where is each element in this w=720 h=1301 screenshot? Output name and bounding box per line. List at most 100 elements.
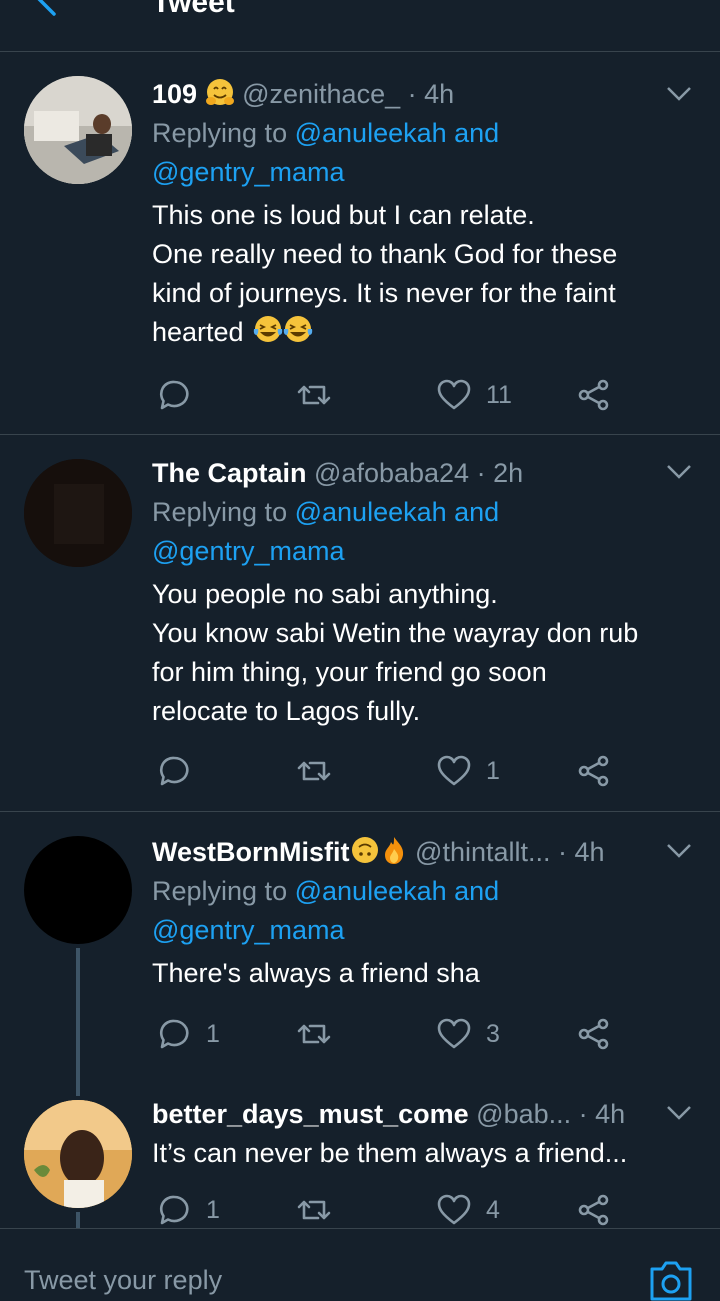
share-button[interactable] bbox=[576, 751, 612, 791]
tweet[interactable]: The Captain @afobaba24 · 2h Replying to … bbox=[0, 435, 720, 812]
share-icon bbox=[578, 379, 609, 411]
tweet[interactable]: better_days_must_come @bab... · 4h It’s … bbox=[0, 1086, 720, 1228]
tweet-meta: The Captain @afobaba24 · 2h bbox=[152, 453, 696, 493]
avatar[interactable] bbox=[24, 76, 132, 184]
retweet-button[interactable] bbox=[296, 1014, 346, 1054]
avatar[interactable] bbox=[24, 459, 132, 567]
reply-icon bbox=[159, 1195, 189, 1225]
chevron-down-icon[interactable] bbox=[666, 837, 692, 863]
avatar[interactable] bbox=[24, 1100, 132, 1208]
hugging-face-icon bbox=[205, 79, 234, 105]
display-name[interactable]: better_days_must_come bbox=[152, 1099, 469, 1129]
text-line: There's always a friend sha bbox=[152, 958, 480, 988]
replying-prefix: Replying to bbox=[152, 497, 288, 527]
share-button[interactable] bbox=[576, 375, 612, 415]
top-bar: Tweet bbox=[0, 0, 720, 52]
avatar-photo bbox=[24, 1100, 132, 1208]
tweet-meta: WestBornMisfit @thintallt... · 4h bbox=[152, 832, 696, 872]
display-name[interactable]: The Captain bbox=[152, 458, 307, 488]
tweet-text: This one is loud but I can relate. One r… bbox=[152, 196, 696, 352]
tweet-text: You people no sabi anything. You know sa… bbox=[152, 575, 696, 731]
reply-button[interactable] bbox=[156, 751, 206, 791]
text-line: for him thing, your friend go soon bbox=[152, 657, 547, 687]
camera-icon[interactable] bbox=[648, 1255, 694, 1301]
reply-button[interactable] bbox=[156, 375, 206, 415]
tweet[interactable]: WestBornMisfit @thintallt... · 4h Replyi… bbox=[0, 812, 720, 1086]
text-line: One really need to thank God for these bbox=[152, 239, 618, 269]
reply-button[interactable]: 1 bbox=[156, 1190, 220, 1230]
mention-link[interactable]: @gentry_mama bbox=[152, 536, 344, 566]
tweet[interactable]: 109 @zenithace_ · 4h Replying to @anulee… bbox=[0, 53, 720, 435]
reply-composer[interactable]: Tweet your reply bbox=[0, 1228, 720, 1301]
share-icon bbox=[578, 755, 609, 787]
share-icon bbox=[578, 1194, 609, 1226]
like-icon bbox=[437, 379, 471, 410]
tweet-text: There's always a friend sha bbox=[152, 954, 696, 993]
reply-icon bbox=[159, 1019, 189, 1049]
timestamp: · 4h bbox=[407, 79, 455, 109]
replying-to: Replying to @anuleekah and @gentry_mama bbox=[152, 872, 696, 950]
mention-link[interactable]: @gentry_mama bbox=[152, 157, 344, 187]
display-name[interactable]: 109 bbox=[152, 79, 197, 109]
retweet-button[interactable] bbox=[296, 1190, 346, 1230]
avatar-photo bbox=[24, 76, 132, 184]
text-line-content: hearted bbox=[152, 317, 244, 347]
like-icon bbox=[437, 1018, 471, 1049]
text-line: You know sabi Wetin the wayray don rub bbox=[152, 618, 639, 648]
retweet-icon bbox=[297, 1200, 331, 1220]
retweet-icon bbox=[297, 1024, 331, 1044]
display-name[interactable]: WestBornMisfit bbox=[152, 837, 350, 867]
replying-to: Replying to @anuleekah and @gentry_mama bbox=[152, 114, 696, 192]
reply-icon bbox=[159, 380, 189, 410]
retweet-button[interactable] bbox=[296, 751, 346, 791]
like-button[interactable]: 4 bbox=[436, 1190, 500, 1230]
chevron-down-icon[interactable] bbox=[666, 1099, 692, 1125]
tweet-meta: better_days_must_come @bab... · 4h bbox=[152, 1094, 696, 1134]
text-line: This one is loud but I can relate. bbox=[152, 200, 535, 230]
tweet-actions: 1 4 bbox=[152, 1190, 696, 1230]
reply-count: 1 bbox=[206, 1019, 220, 1048]
like-count: 11 bbox=[486, 380, 512, 409]
back-arrow-icon[interactable] bbox=[30, 0, 66, 18]
tears-of-joy-icon bbox=[253, 316, 313, 342]
mention-link[interactable]: @gentry_mama bbox=[152, 915, 344, 945]
text-line: kind of journeys. It is never for the fa… bbox=[152, 278, 616, 308]
handle[interactable]: @bab... bbox=[476, 1099, 571, 1129]
text-line: hearted bbox=[152, 313, 696, 352]
avatar[interactable] bbox=[24, 836, 132, 944]
chevron-down-icon[interactable] bbox=[666, 458, 692, 484]
like-icon bbox=[437, 755, 471, 786]
like-button[interactable]: 1 bbox=[436, 751, 500, 791]
handle[interactable]: @thintallt... bbox=[415, 837, 550, 867]
mention-link[interactable]: @anuleekah and bbox=[295, 497, 500, 527]
fire-icon bbox=[384, 837, 403, 864]
share-button[interactable] bbox=[576, 1190, 612, 1230]
share-icon bbox=[578, 1018, 609, 1050]
tweet-text: It’s can never be them always a friend..… bbox=[152, 1134, 696, 1173]
tweet-actions: 1 3 bbox=[152, 1014, 696, 1054]
replying-to: Replying to @anuleekah and @gentry_mama bbox=[152, 493, 696, 571]
timestamp: · 4h bbox=[558, 837, 605, 867]
like-button[interactable]: 3 bbox=[436, 1014, 500, 1054]
timestamp: · 2h bbox=[476, 458, 524, 488]
chevron-down-icon[interactable] bbox=[666, 80, 692, 106]
retweet-icon bbox=[297, 385, 331, 405]
like-icon bbox=[437, 1194, 471, 1225]
text-line: You people no sabi anything. bbox=[152, 579, 498, 609]
reply-input[interactable]: Tweet your reply bbox=[24, 1265, 222, 1296]
share-button[interactable] bbox=[576, 1014, 612, 1054]
handle[interactable]: @zenithace_ bbox=[242, 79, 400, 109]
retweet-button[interactable] bbox=[296, 375, 346, 415]
handle[interactable]: @afobaba24 bbox=[314, 458, 469, 488]
like-button[interactable]: 11 bbox=[436, 375, 512, 415]
tweet-meta: 109 @zenithace_ · 4h bbox=[152, 74, 696, 114]
text-line: relocate to Lagos fully. bbox=[152, 696, 421, 726]
text-line: It’s can never be them always a friend..… bbox=[152, 1138, 628, 1168]
mention-link[interactable]: @anuleekah and bbox=[295, 118, 500, 148]
like-count: 3 bbox=[486, 1019, 500, 1048]
mention-link[interactable]: @anuleekah and bbox=[295, 876, 500, 906]
reply-button[interactable]: 1 bbox=[156, 1014, 220, 1054]
avatar-photo bbox=[24, 459, 132, 567]
page-title: Tweet bbox=[152, 0, 235, 19]
retweet-icon bbox=[297, 761, 331, 781]
